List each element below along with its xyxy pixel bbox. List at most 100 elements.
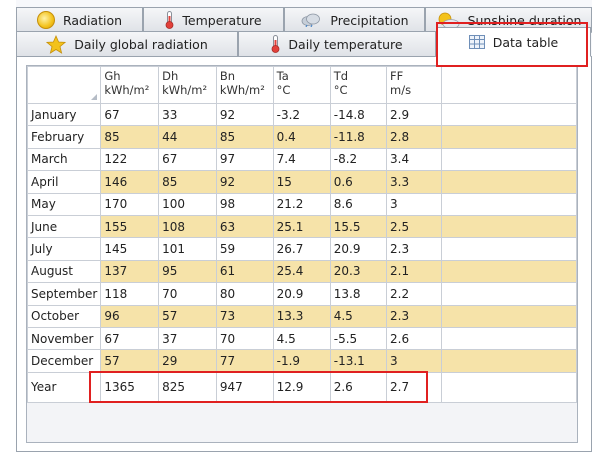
table-cell[interactable]: 15.5 xyxy=(329,214,388,239)
table-cell[interactable]: -5.5 xyxy=(329,326,388,351)
table-cell[interactable]: 92 xyxy=(215,170,274,194)
table-cell[interactable]: 67 xyxy=(100,102,160,127)
row-header[interactable]: March xyxy=(26,147,102,172)
column-header-ff[interactable]: FF m/s xyxy=(386,66,442,104)
table-cell[interactable]: 37 xyxy=(158,326,217,351)
table-cell[interactable]: 0.4 xyxy=(272,125,331,149)
table-cell[interactable]: 122 xyxy=(100,147,160,172)
table-cell[interactable]: 29 xyxy=(158,349,217,373)
table-cell[interactable]: 98 xyxy=(215,192,274,216)
table-cell[interactable]: -1.9 xyxy=(272,349,331,373)
table-cell[interactable]: 825 xyxy=(158,371,217,403)
row-header[interactable]: Year xyxy=(26,371,102,403)
row-header[interactable]: February xyxy=(26,125,102,149)
table-cell[interactable]: 2.3 xyxy=(386,237,442,261)
table-cell[interactable]: 155 xyxy=(100,214,160,239)
tab-daily-temperature[interactable]: Daily temperature xyxy=(238,31,436,57)
table-cell[interactable]: 13.8 xyxy=(329,282,388,306)
column-header-td[interactable]: Td °C xyxy=(329,66,388,104)
table-cell[interactable]: 80 xyxy=(215,282,274,306)
table-cell[interactable]: 70 xyxy=(215,326,274,351)
table-cell[interactable]: 2.7 xyxy=(386,371,442,403)
column-header-dh[interactable]: Dh kWh/m² xyxy=(158,66,217,104)
table-cell[interactable]: 170 xyxy=(100,192,160,216)
table-cell[interactable]: 73 xyxy=(215,304,274,328)
table-cell[interactable]: 2.2 xyxy=(386,282,442,306)
table-cell[interactable]: 61 xyxy=(215,259,274,284)
row-header[interactable]: May xyxy=(26,192,102,216)
table-cell[interactable]: 92 xyxy=(215,102,274,127)
table-cell[interactable]: 85 xyxy=(100,125,160,149)
table-cell[interactable]: 145 xyxy=(100,237,160,261)
table-cell[interactable]: 57 xyxy=(100,349,160,373)
tab-precipitation[interactable]: Precipitation xyxy=(284,7,425,33)
table-cell[interactable]: 118 xyxy=(100,282,160,306)
table-cell[interactable]: 0.6 xyxy=(329,170,388,194)
table-cell[interactable]: -8.2 xyxy=(329,147,388,172)
table-cell[interactable]: 2.9 xyxy=(386,102,442,127)
table-cell[interactable]: -11.8 xyxy=(329,125,388,149)
table-cell[interactable]: 57 xyxy=(158,304,217,328)
table-cell[interactable]: 15 xyxy=(272,170,331,194)
table-cell[interactable]: -13.1 xyxy=(329,349,388,373)
table-cell[interactable]: 2.3 xyxy=(386,304,442,328)
tab-daily-global-radiation[interactable]: Daily global radiation xyxy=(16,31,238,57)
row-header[interactable]: July xyxy=(26,237,102,261)
row-header[interactable]: September xyxy=(26,282,102,306)
table-cell[interactable]: 3 xyxy=(386,192,442,216)
table-cell[interactable]: -14.8 xyxy=(329,102,388,127)
table-cell[interactable]: 101 xyxy=(158,237,217,261)
table-cell[interactable]: 3.4 xyxy=(386,147,442,172)
table-cell[interactable]: 1365 xyxy=(100,371,160,403)
table-cell[interactable]: 2.6 xyxy=(329,371,388,403)
table-cell[interactable]: 85 xyxy=(215,125,274,149)
table-cell[interactable]: 85 xyxy=(158,170,217,194)
table-cell[interactable]: 20.9 xyxy=(272,282,331,306)
table-cell[interactable]: 96 xyxy=(100,304,160,328)
tab-radiation[interactable]: Radiation xyxy=(16,7,143,33)
table-cell[interactable]: 44 xyxy=(158,125,217,149)
corner-cell[interactable] xyxy=(26,66,102,104)
table-cell[interactable]: 97 xyxy=(215,147,274,172)
column-header-bn[interactable]: Bn kWh/m² xyxy=(215,66,274,104)
table-cell[interactable]: -3.2 xyxy=(272,102,331,127)
table-cell[interactable]: 25.1 xyxy=(272,214,331,239)
column-header-gh[interactable]: Gh kWh/m² xyxy=(100,66,160,104)
table-cell[interactable]: 67 xyxy=(100,326,160,351)
table-cell[interactable]: 33 xyxy=(158,102,217,127)
table-cell[interactable]: 2.6 xyxy=(386,326,442,351)
table-cell[interactable]: 67 xyxy=(158,147,217,172)
column-header-ta[interactable]: Ta °C xyxy=(272,66,331,104)
table-cell[interactable]: 4.5 xyxy=(329,304,388,328)
row-header[interactable]: June xyxy=(26,214,102,239)
row-header[interactable]: August xyxy=(26,259,102,284)
table-cell[interactable]: 12.9 xyxy=(272,371,331,403)
table-cell[interactable]: 2.1 xyxy=(386,259,442,284)
table-cell[interactable]: 4.5 xyxy=(272,326,331,351)
tab-data-table[interactable]: Data table xyxy=(436,27,591,57)
table-cell[interactable]: 3.3 xyxy=(386,170,442,194)
row-header[interactable]: January xyxy=(26,102,102,127)
table-cell[interactable]: 63 xyxy=(215,214,274,239)
table-cell[interactable]: 137 xyxy=(100,259,160,284)
table-cell[interactable]: 2.5 xyxy=(386,214,442,239)
row-header[interactable]: October xyxy=(26,304,102,328)
table-cell[interactable]: 21.2 xyxy=(272,192,331,216)
tab-temperature[interactable]: Temperature xyxy=(143,7,284,33)
table-cell[interactable]: 25.4 xyxy=(272,259,331,284)
row-header[interactable]: December xyxy=(26,349,102,373)
table-cell[interactable]: 3 xyxy=(386,349,442,373)
table-cell[interactable]: 947 xyxy=(215,371,274,403)
table-cell[interactable]: 8.6 xyxy=(329,192,388,216)
table-cell[interactable]: 20.3 xyxy=(329,259,388,284)
table-cell[interactable]: 7.4 xyxy=(272,147,331,172)
row-header[interactable]: April xyxy=(26,170,102,194)
table-cell[interactable]: 20.9 xyxy=(329,237,388,261)
table-cell[interactable]: 70 xyxy=(158,282,217,306)
table-cell[interactable]: 26.7 xyxy=(272,237,331,261)
table-cell[interactable]: 77 xyxy=(215,349,274,373)
table-cell[interactable]: 13.3 xyxy=(272,304,331,328)
table-cell[interactable]: 108 xyxy=(158,214,217,239)
table-cell[interactable]: 59 xyxy=(215,237,274,261)
row-header[interactable]: November xyxy=(26,326,102,351)
